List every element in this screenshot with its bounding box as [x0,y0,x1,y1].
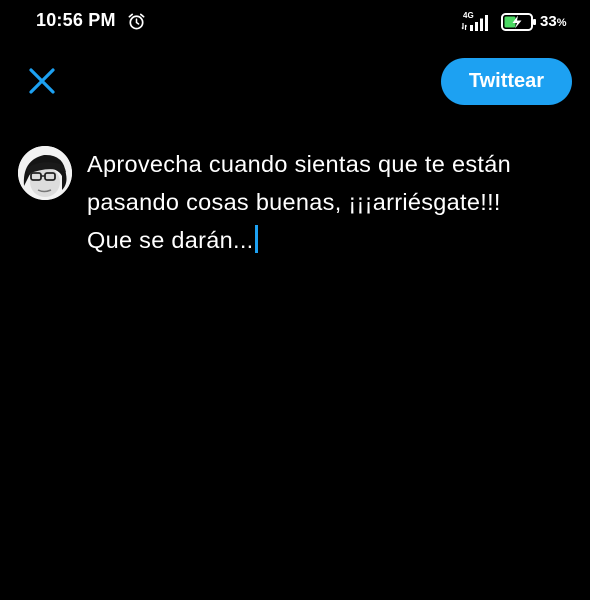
battery-percent-sign: % [556,17,567,29]
close-icon[interactable] [25,64,59,98]
tweet-compose-textarea[interactable]: Aprovecha cuando sientas que te están pa… [87,145,572,259]
compose-line-2: pasando cosas buenas, ¡¡¡arriésgate!!! [87,189,501,215]
profile-avatar-image [18,146,72,200]
signal-icon [461,15,488,31]
compose-line-1: Aprovecha cuando sientas que te están [87,151,511,177]
text-cursor [254,225,258,253]
alarm-icon [128,13,145,30]
status-bar: 10:56 PM 4G 33% [0,0,590,44]
compose-line-3: Que se darán... [87,221,572,259]
avatar[interactable] [18,146,72,200]
tweet-button[interactable]: Twittear [441,58,572,105]
status-time: 10:56 PM [36,10,116,30]
battery-percent: 33% [540,13,566,30]
compose-line-3-text: Que se darán... [87,227,254,253]
battery-charging-icon [501,13,536,31]
battery-percent-value: 33 [540,13,557,30]
